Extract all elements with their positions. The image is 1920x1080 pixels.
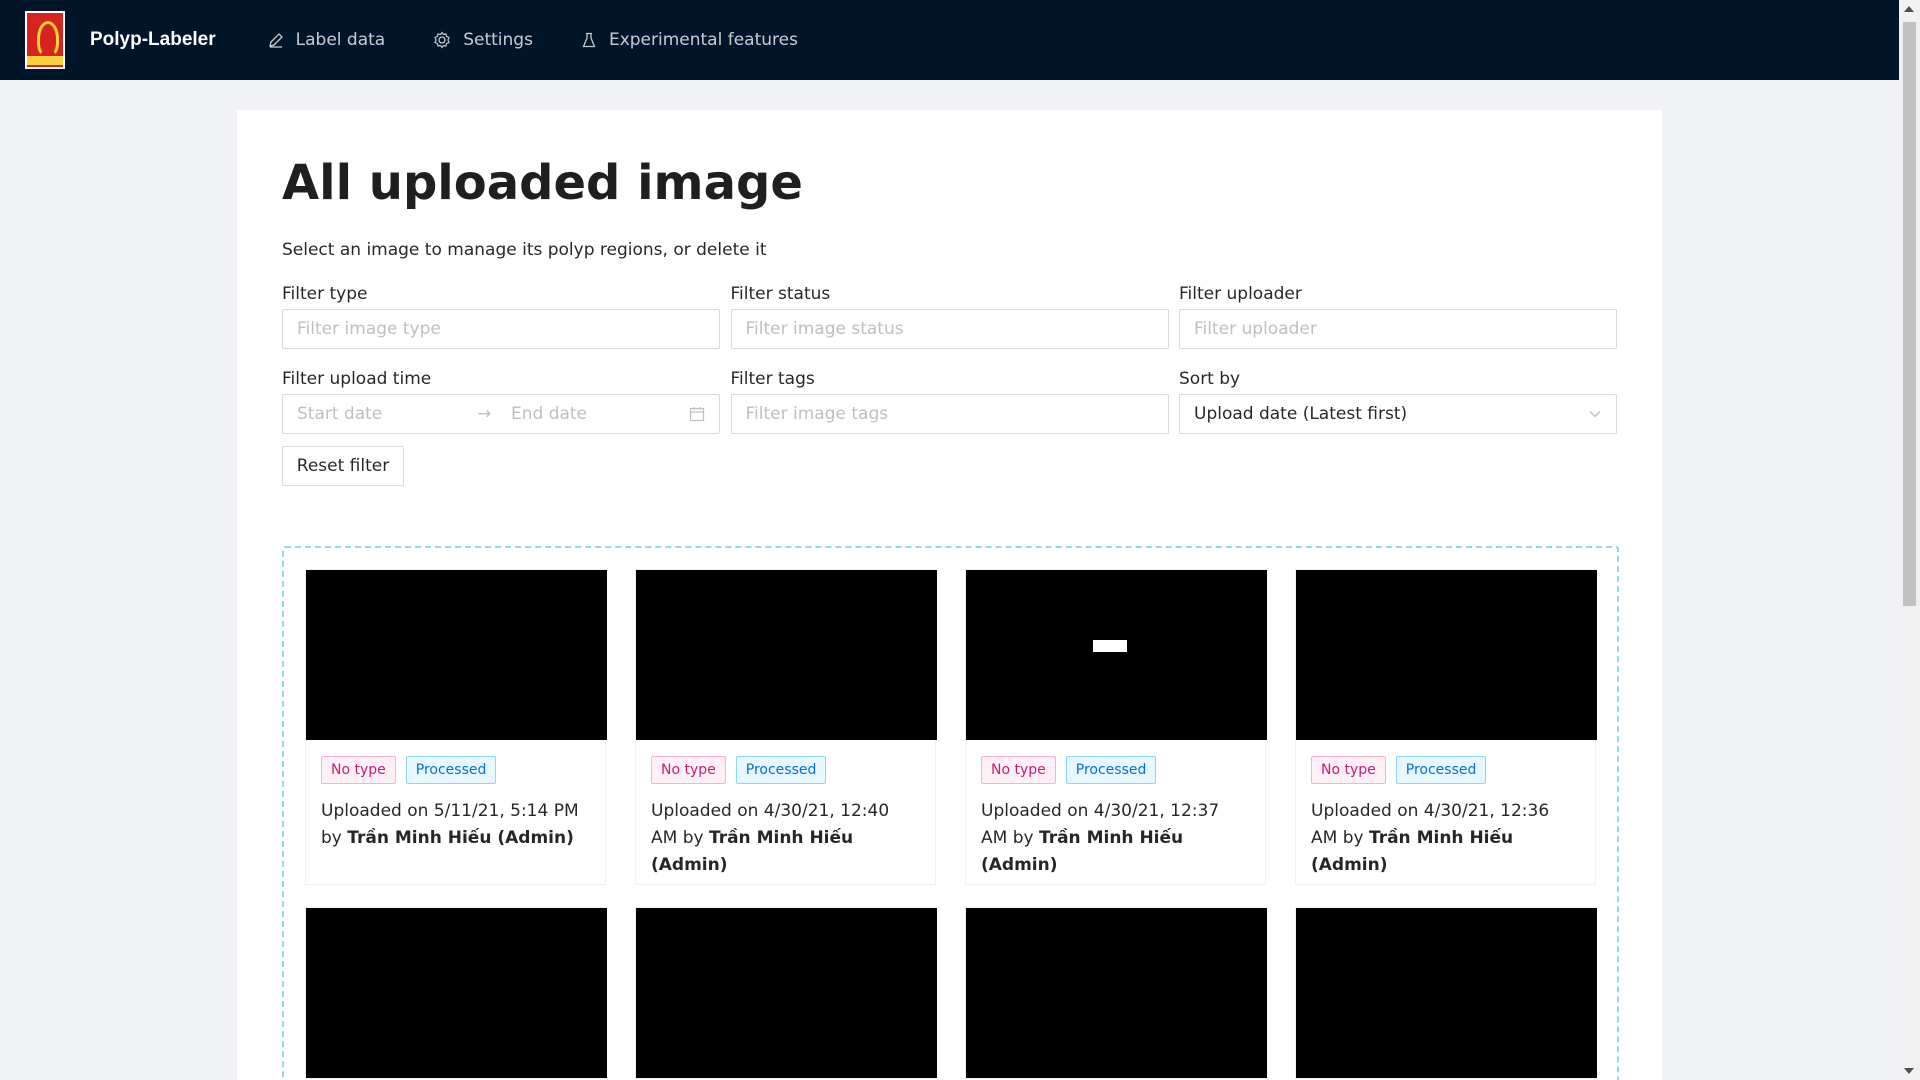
image-thumbnail[interactable]	[636, 908, 937, 1078]
annotation-marker	[1093, 640, 1127, 652]
nav-settings[interactable]: Settings	[409, 0, 557, 80]
nav-label-data[interactable]: Label data	[244, 0, 410, 80]
filter-status-label: Filter status	[730, 284, 831, 304]
page-subtitle: Select an image to manage its polyp regi…	[282, 240, 767, 260]
date-range-picker[interactable]: Start date → End date	[282, 394, 720, 434]
image-gallery: No type Processed Uploaded on 5/11/21, 5…	[282, 546, 1619, 1080]
nav-experimental-text: Experimental features	[608, 30, 798, 50]
status-tag: Processed	[735, 756, 827, 784]
reset-filter-button[interactable]: Reset filter	[282, 446, 404, 486]
upload-info: Uploaded on 5/11/21, 5:14 PM by Trần Min…	[306, 784, 605, 884]
end-date-input[interactable]: End date	[511, 404, 689, 424]
image-card[interactable]	[305, 907, 607, 1079]
uploader-name: Trần Minh Hiếu (Admin)	[347, 828, 574, 848]
upload-info: Uploaded on 4/30/21, 12:37 AM by Trần Mi…	[966, 784, 1265, 884]
edit-icon	[268, 33, 283, 48]
status-tag: Processed	[1395, 756, 1487, 784]
filter-tags-group: Filter tags	[730, 369, 1169, 434]
flask-icon	[582, 32, 596, 48]
calendar-icon	[689, 407, 705, 422]
page-scrollbar[interactable]	[1899, 0, 1920, 1080]
image-thumbnail[interactable]	[306, 570, 607, 740]
filter-form: Filter type Filter status Filter uploade…	[282, 284, 1617, 434]
nav-experimental-features[interactable]: Experimental features	[557, 0, 822, 80]
type-tag: No type	[981, 756, 1056, 784]
sort-by-value: Upload date (Latest first)	[1194, 404, 1408, 424]
main-content: All uploaded image Select an image to ma…	[237, 110, 1662, 1080]
nav-settings-text: Settings	[463, 30, 533, 50]
filter-tags-label: Filter tags	[730, 369, 815, 389]
image-card[interactable]: No type Processed Uploaded on 4/30/21, 1…	[1295, 569, 1597, 885]
image-thumbnail[interactable]	[1296, 570, 1597, 740]
scroll-down-arrow-icon[interactable]	[1904, 1068, 1914, 1074]
scrollbar-thumb[interactable]	[1903, 22, 1916, 606]
image-thumbnail[interactable]	[966, 570, 1267, 740]
image-thumbnail[interactable]	[636, 570, 937, 740]
filter-uploader-input[interactable]	[1179, 309, 1617, 349]
start-date-input[interactable]: Start date	[297, 404, 477, 424]
type-tag: No type	[1311, 756, 1386, 784]
image-card[interactable]	[965, 907, 1267, 1079]
app-brand[interactable]: Polyp-Labeler	[90, 29, 216, 51]
upload-info: Uploaded on 4/30/21, 12:40 AM by Trần Mi…	[636, 784, 935, 884]
image-card[interactable]	[1295, 907, 1597, 1079]
filter-type-group: Filter type	[282, 284, 720, 349]
image-thumbnail[interactable]	[306, 908, 607, 1078]
sort-by-group: Sort by Upload date (Latest first)	[1179, 369, 1617, 434]
image-card[interactable]: No type Processed Uploaded on 4/30/21, 1…	[635, 569, 937, 885]
status-tag: Processed	[405, 756, 497, 784]
scroll-up-arrow-icon[interactable]	[1904, 6, 1914, 12]
filter-status-group: Filter status	[730, 284, 1169, 349]
upload-info: Uploaded on 4/30/21, 12:36 AM by Trần Mi…	[1296, 784, 1595, 884]
sort-by-select[interactable]: Upload date (Latest first)	[1179, 394, 1617, 434]
image-thumbnail[interactable]	[1296, 908, 1597, 1078]
filter-type-label: Filter type	[282, 284, 368, 304]
arrow-right-icon: →	[477, 404, 492, 424]
filter-status-input[interactable]	[730, 309, 1169, 349]
filter-uploader-label: Filter uploader	[1179, 284, 1302, 304]
nav-label-data-text: Label data	[295, 30, 386, 50]
gear-icon	[434, 31, 450, 49]
type-tag: No type	[321, 756, 396, 784]
filter-uploader-group: Filter uploader	[1179, 284, 1617, 349]
filter-upload-time-group: Filter upload time Start date → End date	[282, 369, 720, 434]
chevron-down-icon	[1589, 411, 1601, 418]
university-logo[interactable]	[25, 11, 65, 69]
image-thumbnail[interactable]	[966, 908, 1267, 1078]
status-tag: Processed	[1065, 756, 1157, 784]
image-card[interactable]: No type Processed Uploaded on 4/30/21, 1…	[965, 569, 1267, 885]
filter-upload-time-label: Filter upload time	[282, 369, 432, 389]
top-nav-bar: Polyp-Labeler Label data Settings Experi…	[0, 0, 1899, 80]
page-title: All uploaded image	[282, 155, 803, 211]
type-tag: No type	[651, 756, 726, 784]
filter-type-input[interactable]	[282, 309, 720, 349]
image-card[interactable]: No type Processed Uploaded on 5/11/21, 5…	[305, 569, 607, 885]
sort-by-label: Sort by	[1179, 369, 1241, 389]
filter-tags-input[interactable]	[730, 394, 1169, 434]
image-card[interactable]	[635, 907, 937, 1079]
